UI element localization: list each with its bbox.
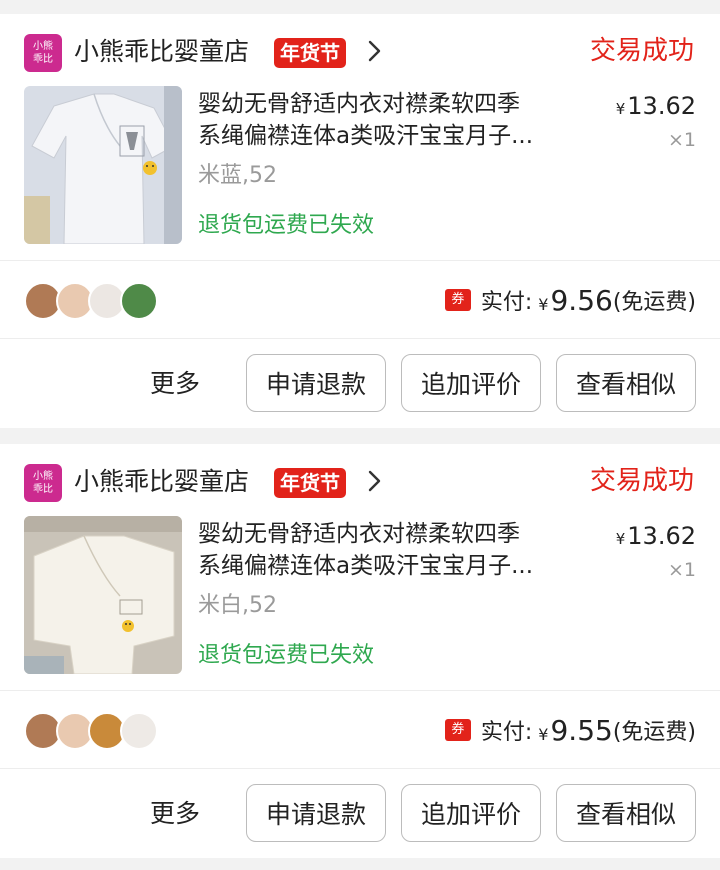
divider: [0, 260, 720, 261]
order-card: 小熊 乖比 小熊乖比婴童店 年货节 交易成功 婴幼无骨舒适内衣对襟柔软四季 系绳…: [0, 444, 720, 858]
view-similar-button[interactable]: 查看相似: [556, 784, 696, 842]
quantity: ×1: [667, 129, 696, 151]
unit-price-value: 13.62: [627, 522, 696, 550]
currency-symbol: ¥: [538, 294, 549, 314]
shop-logo[interactable]: 小熊 乖比: [24, 34, 62, 72]
chevron-right-icon[interactable]: [366, 466, 384, 496]
currency-symbol: ¥: [615, 100, 626, 118]
product-title-line-2: 系绳偏襟连体a类吸汗宝宝月子...: [198, 553, 534, 579]
order-card: 小熊 乖比 小熊乖比婴童店 年货节 交易成功 婴幼无骨舒适内衣对襟柔软四季 系绳…: [0, 14, 720, 428]
baby-bodysuit-image: [24, 86, 182, 244]
product-title-line-1: 婴幼无骨舒适内衣对襟柔软四季: [198, 91, 520, 117]
shop-name[interactable]: 小熊乖比婴童店: [74, 34, 249, 70]
view-similar-button[interactable]: 查看相似: [556, 354, 696, 412]
unit-price-value: 13.62: [627, 92, 696, 120]
shop-logo-text-bottom: 乖比: [33, 484, 53, 495]
shop-logo[interactable]: 小熊 乖比: [24, 464, 62, 502]
quantity: ×1: [667, 559, 696, 581]
product-spec: 米蓝,52: [198, 163, 277, 188]
divider: [0, 338, 720, 339]
avatar: [120, 712, 158, 750]
divider: [0, 690, 720, 691]
payment-summary: 券 实付: ¥9.56 (免运费): [444, 282, 696, 318]
shop-logo-text-top: 小熊: [33, 471, 53, 482]
paid-amount: ¥9.56: [538, 284, 613, 317]
currency-symbol: ¥: [538, 724, 549, 744]
add-review-button[interactable]: 追加评价: [401, 784, 541, 842]
return-shipping-note: 退货包运费已失效: [198, 213, 375, 238]
more-button[interactable]: 更多: [150, 366, 200, 402]
paid-amount-value: 9.56: [550, 283, 613, 317]
product-title[interactable]: 婴幼无骨舒适内衣对襟柔软四季 系绳偏襟连体a类吸汗宝宝月子...: [198, 518, 598, 582]
avatar: [120, 282, 158, 320]
festival-badge: 年货节: [274, 468, 346, 498]
shop-header[interactable]: 小熊 乖比 小熊乖比婴童店 年货节 交易成功: [0, 444, 720, 514]
refund-button[interactable]: 申请退款: [246, 354, 386, 412]
paid-amount: ¥9.55: [538, 714, 613, 747]
return-shipping-note: 退货包运费已失效: [198, 643, 375, 668]
product-thumbnail[interactable]: [24, 516, 182, 674]
currency-symbol: ¥: [615, 530, 626, 548]
paid-label: 实付:: [480, 290, 533, 315]
unit-price: ¥13.62: [616, 90, 696, 125]
order-status: 交易成功: [589, 466, 694, 496]
coupon-icon: 券: [444, 289, 471, 311]
divider: [0, 768, 720, 769]
order-status: 交易成功: [589, 36, 694, 66]
product-thumbnail[interactable]: [24, 86, 182, 244]
product-spec: 米白,52: [198, 593, 277, 618]
paid-label: 实付:: [480, 720, 533, 745]
product-title[interactable]: 婴幼无骨舒适内衣对襟柔软四季 系绳偏襟连体a类吸汗宝宝月子...: [198, 88, 598, 152]
refund-button[interactable]: 申请退款: [246, 784, 386, 842]
shipping-note: (免运费): [612, 720, 696, 745]
product-title-line-2: 系绳偏襟连体a类吸汗宝宝月子...: [198, 123, 534, 149]
shop-logo-text-bottom: 乖比: [33, 54, 53, 65]
festival-badge: 年货节: [274, 38, 346, 68]
product-title-line-1: 婴幼无骨舒适内衣对襟柔软四季: [198, 521, 520, 547]
unit-price: ¥13.62: [616, 520, 696, 555]
add-review-button[interactable]: 追加评价: [401, 354, 541, 412]
shipping-note: (免运费): [612, 290, 696, 315]
chevron-right-icon[interactable]: [366, 36, 384, 66]
shop-logo-text-top: 小熊: [33, 41, 53, 52]
coupon-icon: 券: [444, 719, 471, 741]
baby-bodysuit-image: [24, 516, 182, 674]
shop-name[interactable]: 小熊乖比婴童店: [74, 464, 249, 500]
more-button[interactable]: 更多: [150, 796, 200, 832]
shop-header[interactable]: 小熊 乖比 小熊乖比婴童店 年货节 交易成功: [0, 14, 720, 84]
paid-amount-value: 9.55: [550, 713, 613, 747]
payment-summary: 券 实付: ¥9.55 (免运费): [444, 712, 696, 748]
